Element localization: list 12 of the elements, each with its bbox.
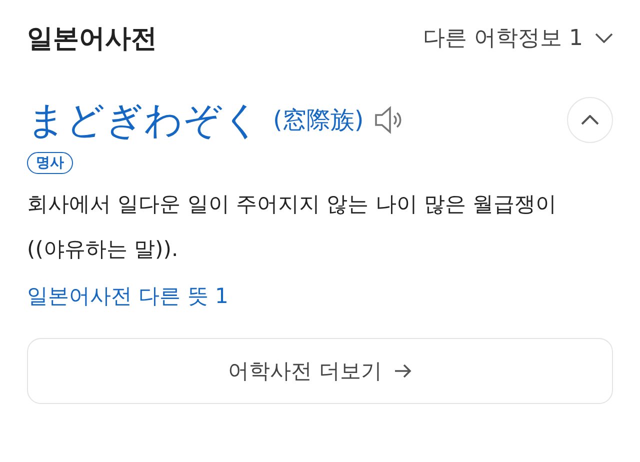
part-of-speech-tag: 명사: [27, 152, 73, 174]
definition-text: 회사에서 일다운 일이 주어지지 않는 나이 많은 월급쟁이((야유하는 말)).: [27, 191, 558, 263]
dictionary-title: 일본어사전: [27, 22, 157, 56]
chevron-up-icon: [581, 115, 599, 125]
speaker-icon[interactable]: [374, 106, 404, 134]
more-dictionary-button[interactable]: 어학사전 더보기: [27, 338, 613, 404]
headword: まどぎわぞく: [27, 96, 261, 144]
other-info-dropdown[interactable]: 다른 어학정보 1: [423, 23, 613, 53]
other-meanings-link[interactable]: 일본어사전 다른 뜻 1: [27, 282, 228, 310]
chevron-down-icon: [595, 33, 613, 43]
arrow-right-icon: [394, 363, 412, 379]
kanji-text: (窓際族): [273, 105, 364, 136]
